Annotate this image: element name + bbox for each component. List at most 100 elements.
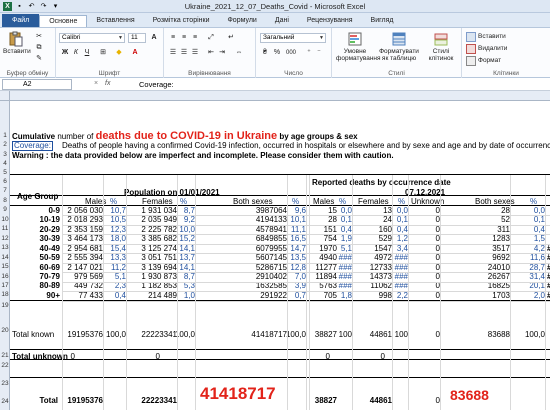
align-middle-icon[interactable]: ≡ xyxy=(179,33,189,43)
font-size-combo[interactable]: 11 xyxy=(128,33,146,43)
copy-icon[interactable]: ⧉ xyxy=(34,43,44,53)
grid-line xyxy=(126,175,127,410)
currency-icon[interactable]: ₴ xyxy=(260,48,270,58)
name-box[interactable]: A2 xyxy=(2,79,72,90)
row-number[interactable]: 13 xyxy=(0,244,10,251)
total-unknown-deaths-females: 0 xyxy=(380,352,385,361)
fill-color-icon[interactable]: ◆ xyxy=(114,48,124,58)
cells-group: Вставити Видалити Формат Клітинки xyxy=(462,28,550,78)
italic-button[interactable]: К xyxy=(71,48,81,58)
grid-line xyxy=(62,175,63,410)
row-number[interactable]: 23 xyxy=(0,380,10,387)
styles-group: Умовне форматування Форматувати як табли… xyxy=(332,28,462,78)
fx-icon[interactable]: fx xyxy=(105,80,110,87)
row-number[interactable]: 10 xyxy=(0,216,10,223)
format-as-table-button[interactable]: Форматувати як таблицю xyxy=(378,31,420,62)
row-number[interactable]: 20 xyxy=(0,327,10,334)
total-known-pop-both: 41418717 xyxy=(251,330,287,339)
coverage-text: Deaths of people having a confirmed Covi… xyxy=(62,141,550,150)
deaths-both-pct-cell: 0,1 xyxy=(533,215,545,224)
row-number[interactable]: 1 xyxy=(0,132,10,139)
row-number[interactable]: 15 xyxy=(0,263,10,270)
title-bar: X ▪ ↶ ↷ ▾ Ukraine_2021_12_07_Deaths_Covi… xyxy=(0,0,550,13)
number-format-combo[interactable]: Загальний ▼ xyxy=(260,33,326,43)
select-all-corner[interactable] xyxy=(0,91,10,101)
tab-2[interactable]: Вставлення xyxy=(87,15,143,27)
increase-indent-icon[interactable]: ⇥ xyxy=(217,48,227,58)
decrease-decimal-icon[interactable]: ⁻ xyxy=(314,48,324,58)
row-number[interactable]: 19 xyxy=(0,302,10,309)
grid-line xyxy=(10,359,550,360)
tab-5[interactable]: Дані xyxy=(266,15,298,27)
pop-males-cell: 3 464 173 xyxy=(67,234,103,243)
deaths-males-cell: 4940 xyxy=(319,253,337,262)
total-known-deaths-males: 38827 xyxy=(314,330,337,339)
decrease-indent-icon[interactable]: ⇤ xyxy=(206,48,216,58)
row-number[interactable]: 6 xyxy=(0,178,10,185)
row-number[interactable]: 3 xyxy=(0,151,10,158)
cancel-icon[interactable]: × xyxy=(94,80,98,87)
underline-button[interactable]: Ч xyxy=(82,48,92,58)
row-number[interactable]: 4 xyxy=(0,160,10,167)
row-number[interactable]: 11 xyxy=(0,225,10,232)
format-as-table-label: Форматувати як таблицю xyxy=(379,48,419,62)
row-number[interactable]: 24 xyxy=(0,398,10,405)
font-name-value: Calibri xyxy=(62,34,81,41)
align-right-icon[interactable]: ☰ xyxy=(190,48,200,58)
align-left-icon[interactable]: ☰ xyxy=(168,48,178,58)
row-number[interactable]: 17 xyxy=(0,282,10,289)
grid-line xyxy=(62,301,550,302)
cell-styles-icon xyxy=(434,33,448,46)
clipboard-group-label: Буфер обміну xyxy=(6,70,49,77)
conditional-formatting-button[interactable]: Умовне форматування xyxy=(336,31,381,62)
row-number[interactable]: 8 xyxy=(0,197,10,204)
tab-0[interactable]: Файл xyxy=(2,14,40,27)
formula-input[interactable]: Coverage: xyxy=(139,80,174,89)
grow-font-icon[interactable]: A xyxy=(149,33,159,43)
row-number[interactable]: 12 xyxy=(0,235,10,242)
merge-center-icon[interactable]: ⇔ xyxy=(234,48,244,58)
format-cells-button[interactable]: Формат xyxy=(478,56,501,65)
row-number[interactable]: 21 xyxy=(0,352,10,359)
font-name-combo[interactable]: Calibri ▼ xyxy=(59,33,125,43)
wrap-text-icon[interactable]: ↵ xyxy=(226,33,236,43)
borders-icon[interactable]: ⊞ xyxy=(98,48,108,58)
row-number[interactable]: 16 xyxy=(0,273,10,280)
row-number[interactable]: 9 xyxy=(0,206,10,213)
total-deaths-males: 38827 xyxy=(314,396,337,405)
tab-7[interactable]: Вигляд xyxy=(362,15,403,27)
row-number[interactable]: 18 xyxy=(0,291,10,298)
tab-6[interactable]: Рецензування xyxy=(298,15,362,27)
row-number[interactable]: 7 xyxy=(0,187,10,194)
format-painter-icon[interactable]: ✎ xyxy=(34,54,44,64)
pop-both-cell: 5607145 xyxy=(255,253,287,262)
grid-line xyxy=(195,175,196,410)
ribbon: Вставити ✂ ⧉ ✎ Буфер обміну Calibri ▼ 11 … xyxy=(0,27,550,78)
font-color-icon[interactable]: A xyxy=(130,48,140,58)
bold-button[interactable]: Ж xyxy=(60,48,70,58)
tab-3[interactable]: Розмітка сторінки xyxy=(144,15,219,27)
cut-icon[interactable]: ✂ xyxy=(34,32,44,42)
orientation-icon[interactable]: ⤢ xyxy=(206,33,216,43)
worksheet-grid[interactable]: 1 2 3 4 5 6 7 8 9 10 11 12 13 14 15 16 17 18 19 20 21 22 23 24 … xyxy=(0,101,550,410)
font-group-label: Шрифт xyxy=(98,70,121,77)
thousands-button[interactable]: 000 xyxy=(283,48,299,58)
tab-1[interactable]: Основне xyxy=(39,15,88,27)
delete-cells-button[interactable]: Видалити xyxy=(478,44,507,53)
align-top-icon[interactable]: ≡ xyxy=(168,33,178,43)
increase-decimal-icon[interactable]: ⁺ xyxy=(304,48,314,58)
tab-4[interactable]: Формули xyxy=(218,15,265,27)
cell-styles-button[interactable]: Стилі клітинок xyxy=(422,31,460,62)
percent-button[interactable]: % xyxy=(272,48,282,58)
align-bottom-icon[interactable]: ≡ xyxy=(190,33,200,43)
deaths-females-cell: 24 xyxy=(383,215,392,224)
row-number[interactable]: 2 xyxy=(0,141,10,148)
align-center-icon[interactable]: ☰ xyxy=(179,48,189,58)
row-number[interactable]: 5 xyxy=(0,169,10,176)
paste-button[interactable]: Вставити xyxy=(3,31,31,55)
deaths-males-cell: 28 xyxy=(328,215,337,224)
total-unknown-pop-males: 0 xyxy=(70,352,75,361)
row-number[interactable]: 22 xyxy=(0,362,10,369)
insert-cells-button[interactable]: Вставити xyxy=(478,32,506,41)
row-number[interactable]: 14 xyxy=(0,254,10,261)
